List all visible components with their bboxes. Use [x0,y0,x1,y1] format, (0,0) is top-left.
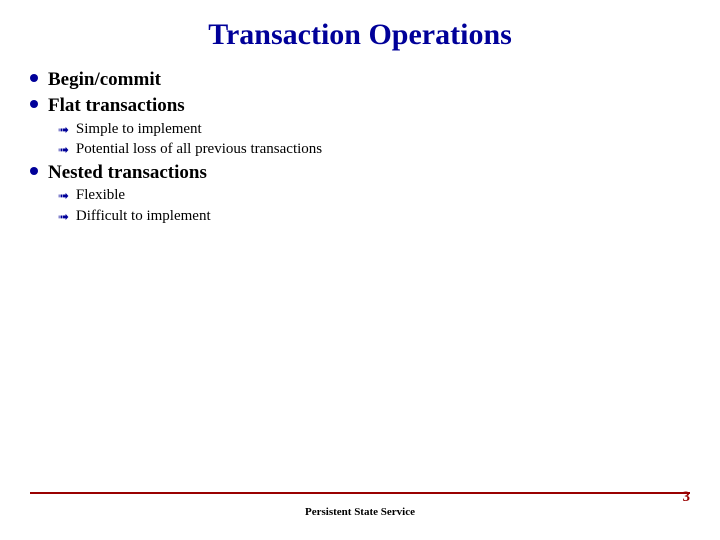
bullet-level2: ➟ Simple to implement [58,120,690,140]
bullet-level2: ➟ Difficult to implement [58,207,690,227]
arrow-icon: ➟ [58,141,69,159]
footer-divider [30,492,690,494]
bullet-text: Nested transactions [48,161,207,185]
bullet-level1: Flat transactions [30,94,690,118]
slide: Transaction Operations Begin/commit Flat… [0,0,720,540]
slide-title: Transaction Operations [0,18,720,52]
bullet-level2: ➟ Potential loss of all previous transac… [58,140,690,160]
bullet-level2: ➟ Flexible [58,186,690,206]
footer-text: Persistent State Service [0,506,720,518]
arrow-icon: ➟ [58,187,69,205]
arrow-icon: ➟ [58,121,69,139]
page-number: 3 [683,489,691,506]
bullet-text: Difficult to implement [76,207,211,227]
bullet-level1: Nested transactions [30,161,690,185]
bullet-dot-icon [30,167,38,175]
bullet-text: Flat transactions [48,94,185,118]
bullet-text: Potential loss of all previous transacti… [76,140,322,160]
bullet-level1: Begin/commit [30,68,690,92]
bullet-text: Begin/commit [48,68,161,92]
arrow-icon: ➟ [58,208,69,226]
bullet-dot-icon [30,74,38,82]
bullet-text: Flexible [76,186,125,206]
bullet-text: Simple to implement [76,120,202,140]
bullet-dot-icon [30,100,38,108]
slide-body: Begin/commit Flat transactions ➟ Simple … [30,68,690,227]
